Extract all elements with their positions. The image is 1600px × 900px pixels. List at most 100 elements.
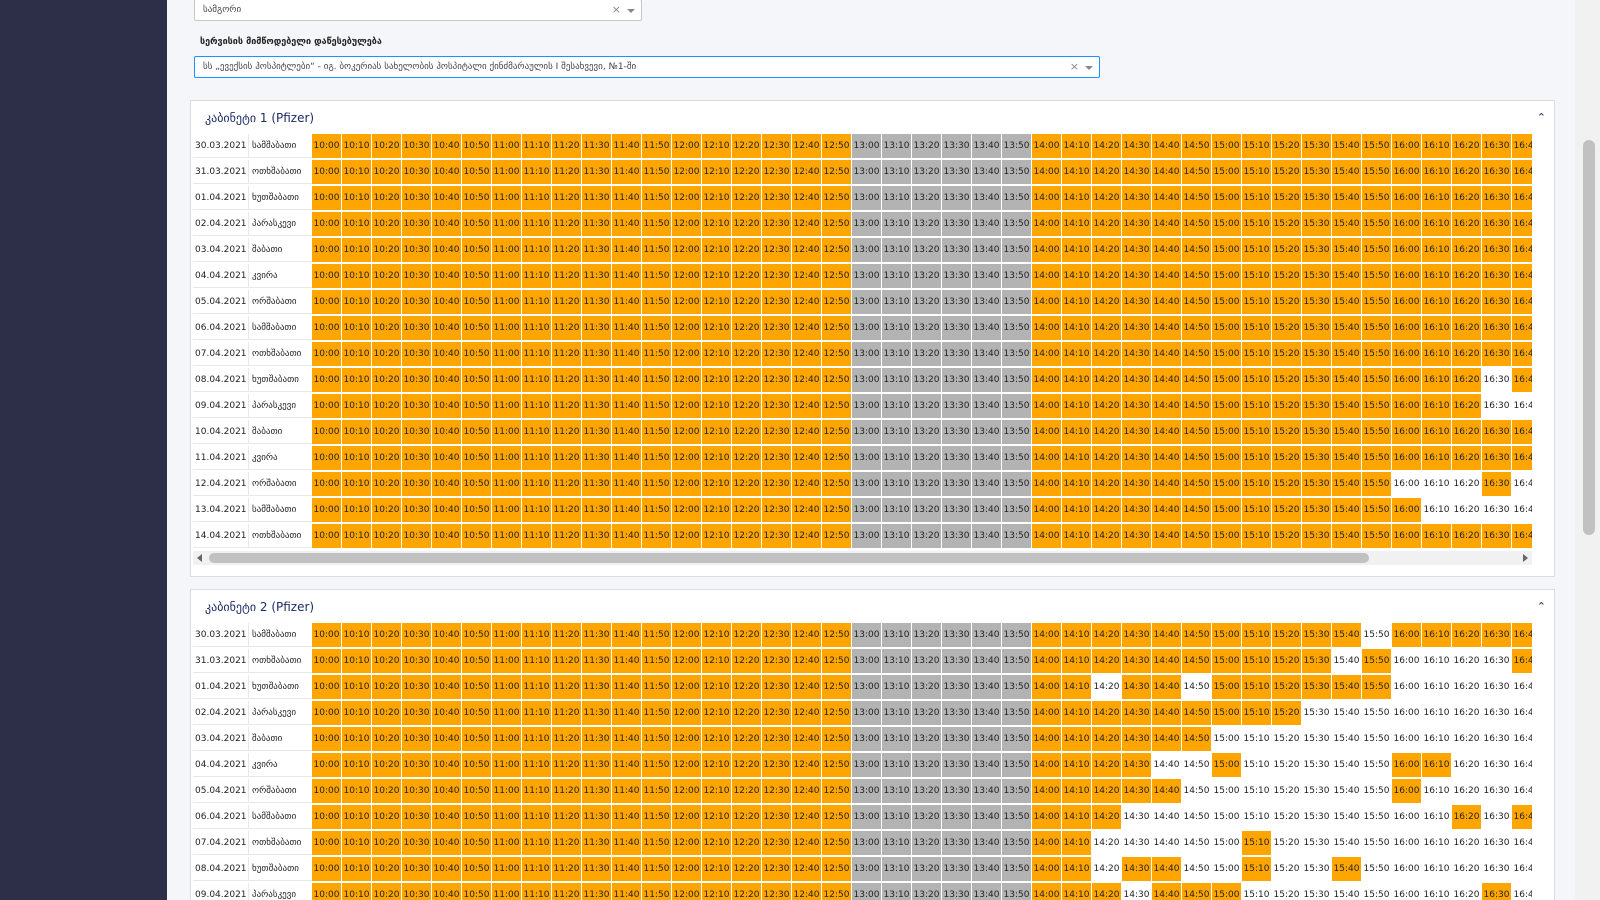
time-slot-available[interactable]: 15:10 bbox=[1242, 727, 1272, 751]
time-slot-available[interactable]: 16:40 bbox=[1512, 675, 1532, 699]
time-slot-available[interactable]: 16:00 bbox=[1392, 883, 1422, 900]
time-slot-available[interactable]: 16:20 bbox=[1452, 753, 1482, 777]
time-slot-available[interactable]: 15:40 bbox=[1332, 805, 1362, 829]
vertical-scrollbar[interactable] bbox=[1575, 0, 1600, 900]
time-slot-available[interactable]: 16:40 bbox=[1512, 498, 1532, 522]
time-slot-available[interactable]: 16:30 bbox=[1482, 649, 1512, 673]
time-slot-available[interactable]: 15:40 bbox=[1332, 779, 1362, 803]
time-slot-available[interactable]: 15:30 bbox=[1302, 805, 1332, 829]
time-slot-available[interactable]: 16:40 bbox=[1512, 779, 1532, 803]
time-slot-available[interactable]: 16:30 bbox=[1482, 753, 1512, 777]
time-slot-available[interactable]: 16:10 bbox=[1422, 805, 1452, 829]
time-slot-available[interactable]: 14:30 bbox=[1122, 805, 1152, 829]
time-slot-available[interactable]: 14:50 bbox=[1182, 779, 1212, 803]
time-slot-available[interactable]: 16:40 bbox=[1512, 727, 1532, 751]
time-slot-available[interactable]: 15:40 bbox=[1332, 701, 1362, 725]
time-slot-available[interactable]: 16:10 bbox=[1422, 649, 1452, 673]
time-slot-available[interactable]: 14:30 bbox=[1122, 883, 1152, 900]
time-slot-available[interactable]: 16:30 bbox=[1482, 779, 1512, 803]
time-slot-available[interactable]: 15:50 bbox=[1362, 805, 1392, 829]
horizontal-scrollbar[interactable] bbox=[193, 551, 1532, 565]
time-slot-available[interactable]: 16:00 bbox=[1392, 727, 1422, 751]
time-slot-available[interactable]: 16:20 bbox=[1452, 472, 1482, 496]
time-slot-available[interactable]: 16:30 bbox=[1482, 368, 1512, 392]
time-slot-available[interactable]: 16:10 bbox=[1422, 675, 1452, 699]
time-slot-available[interactable]: 15:20 bbox=[1272, 883, 1302, 900]
time-slot-available[interactable]: 15:20 bbox=[1272, 779, 1302, 803]
time-slot-available[interactable]: 16:30 bbox=[1482, 394, 1512, 418]
time-slot-available[interactable]: 16:20 bbox=[1452, 675, 1482, 699]
time-slot-available[interactable]: 15:40 bbox=[1332, 883, 1362, 900]
time-slot-available[interactable]: 16:40 bbox=[1512, 857, 1532, 881]
time-slot-available[interactable]: 15:00 bbox=[1212, 779, 1242, 803]
time-slot-available[interactable]: 15:30 bbox=[1302, 779, 1332, 803]
time-slot-available[interactable]: 15:20 bbox=[1272, 727, 1302, 751]
time-slot-available[interactable]: 16:30 bbox=[1482, 701, 1512, 725]
time-slot-available[interactable]: 16:20 bbox=[1452, 831, 1482, 855]
time-slot-available[interactable]: 16:10 bbox=[1422, 857, 1452, 881]
time-slot-available[interactable]: 16:20 bbox=[1452, 857, 1482, 881]
time-slot-available[interactable]: 15:00 bbox=[1212, 805, 1242, 829]
time-slot-available[interactable]: 16:10 bbox=[1422, 701, 1452, 725]
time-slot-available[interactable]: 14:40 bbox=[1152, 753, 1182, 777]
time-slot-available[interactable]: 15:50 bbox=[1362, 883, 1392, 900]
time-slot-available[interactable]: 16:10 bbox=[1422, 472, 1452, 496]
time-slot-available[interactable]: 15:10 bbox=[1242, 753, 1272, 777]
time-slot-available[interactable]: 16:00 bbox=[1392, 649, 1422, 673]
time-slot-available[interactable]: 16:00 bbox=[1392, 472, 1422, 496]
time-slot-available[interactable]: 15:30 bbox=[1302, 701, 1332, 725]
time-slot-available[interactable]: 14:50 bbox=[1182, 675, 1212, 699]
time-slot-available[interactable]: 15:30 bbox=[1302, 883, 1332, 900]
time-slot-available[interactable]: 16:20 bbox=[1452, 701, 1482, 725]
time-slot-available[interactable]: 16:40 bbox=[1512, 472, 1532, 496]
time-slot-available[interactable]: 14:20 bbox=[1092, 675, 1122, 699]
time-slot-available[interactable]: 16:00 bbox=[1392, 805, 1422, 829]
time-slot-available[interactable]: 16:20 bbox=[1452, 883, 1482, 900]
time-slot-available[interactable]: 15:10 bbox=[1242, 779, 1272, 803]
time-slot-available[interactable]: 15:50 bbox=[1362, 831, 1392, 855]
time-slot-available[interactable]: 15:40 bbox=[1332, 649, 1362, 673]
time-slot-available[interactable]: 16:30 bbox=[1482, 805, 1512, 829]
time-slot-available[interactable]: 14:50 bbox=[1182, 857, 1212, 881]
time-slot-available[interactable]: 14:30 bbox=[1122, 831, 1152, 855]
clear-icon[interactable]: × bbox=[1070, 57, 1079, 77]
time-slot-available[interactable]: 16:10 bbox=[1422, 498, 1452, 522]
time-slot-available[interactable]: 16:10 bbox=[1422, 883, 1452, 900]
time-slot-available[interactable]: 14:20 bbox=[1092, 857, 1122, 881]
time-slot-available[interactable]: 16:10 bbox=[1422, 779, 1452, 803]
time-slot-available[interactable]: 14:20 bbox=[1092, 831, 1122, 855]
clear-icon[interactable]: × bbox=[612, 0, 621, 20]
time-slot-available[interactable]: 15:20 bbox=[1272, 831, 1302, 855]
time-slot-available[interactable]: 16:20 bbox=[1452, 727, 1482, 751]
chevron-up-icon[interactable]: ⌃ bbox=[1537, 600, 1546, 613]
time-slot-available[interactable]: 16:10 bbox=[1422, 831, 1452, 855]
time-slot-available[interactable]: 16:40 bbox=[1512, 394, 1532, 418]
time-slot-available[interactable]: 15:40 bbox=[1332, 831, 1362, 855]
scroll-right-icon[interactable] bbox=[1523, 554, 1528, 562]
time-slot-available[interactable]: 16:30 bbox=[1482, 831, 1512, 855]
time-slot-available[interactable]: 15:50 bbox=[1362, 857, 1392, 881]
time-slot-available[interactable]: 15:30 bbox=[1302, 753, 1332, 777]
time-slot-available[interactable]: 15:20 bbox=[1272, 805, 1302, 829]
service-provider-select[interactable]: სს „ევექსის ჰოსპიტლები“ - იგ. ბოკერიას ს… bbox=[194, 56, 1100, 78]
time-slot-available[interactable]: 14:50 bbox=[1182, 831, 1212, 855]
time-slot-available[interactable]: 15:00 bbox=[1212, 831, 1242, 855]
chevron-up-icon[interactable]: ⌃ bbox=[1537, 111, 1546, 124]
time-slot-available[interactable]: 15:50 bbox=[1362, 623, 1392, 647]
time-slot-available[interactable]: 15:30 bbox=[1302, 831, 1332, 855]
time-slot-available[interactable]: 15:10 bbox=[1242, 805, 1272, 829]
time-slot-available[interactable]: 14:50 bbox=[1182, 753, 1212, 777]
time-slot-available[interactable]: 15:30 bbox=[1302, 857, 1332, 881]
time-slot-available[interactable]: 16:20 bbox=[1452, 779, 1482, 803]
time-slot-available[interactable]: 16:30 bbox=[1482, 727, 1512, 751]
time-slot-available[interactable]: 14:50 bbox=[1182, 805, 1212, 829]
time-slot-available[interactable]: 15:00 bbox=[1212, 857, 1242, 881]
time-slot-available[interactable]: 15:50 bbox=[1362, 779, 1392, 803]
scrollbar-thumb[interactable] bbox=[1583, 140, 1595, 535]
time-slot-available[interactable]: 15:50 bbox=[1362, 701, 1392, 725]
time-slot-available[interactable]: 16:40 bbox=[1512, 831, 1532, 855]
time-slot-available[interactable]: 15:20 bbox=[1272, 753, 1302, 777]
time-slot-available[interactable]: 16:10 bbox=[1422, 727, 1452, 751]
time-slot-available[interactable]: 16:30 bbox=[1482, 498, 1512, 522]
time-slot-available[interactable]: 15:20 bbox=[1272, 857, 1302, 881]
